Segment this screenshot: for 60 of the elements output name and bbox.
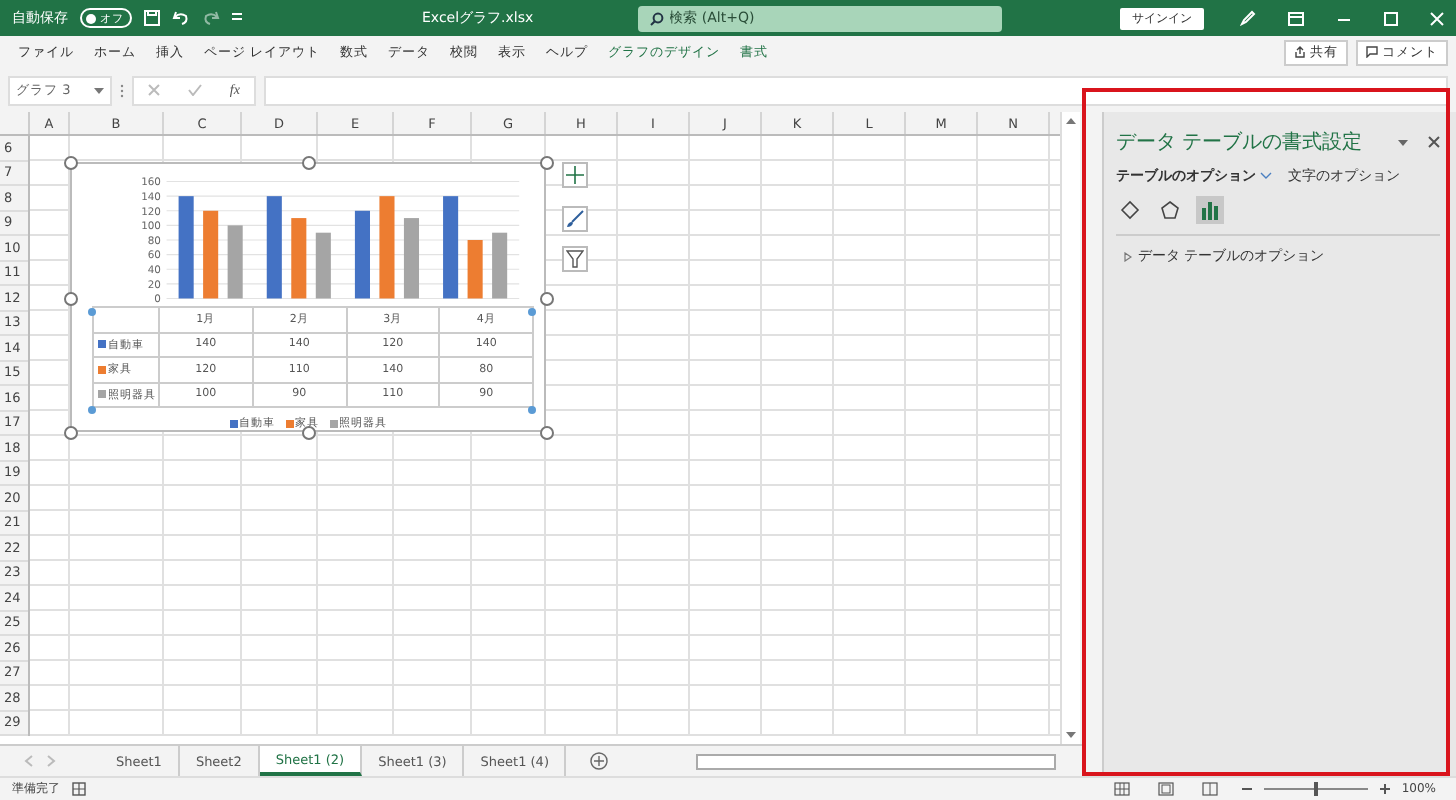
normal-view-icon[interactable] — [1113, 782, 1130, 796]
bar — [266, 196, 282, 299]
selection-handle[interactable] — [528, 308, 536, 316]
add-sheet-icon[interactable] — [590, 752, 609, 770]
filter-icon — [566, 250, 584, 268]
maximize-icon[interactable] — [1384, 11, 1398, 25]
resize-handle[interactable] — [540, 292, 554, 306]
pane-options-icon[interactable] — [1398, 139, 1408, 145]
resize-handle[interactable] — [302, 426, 316, 440]
resize-handle[interactable] — [64, 426, 78, 440]
bar — [291, 218, 307, 299]
page-layout-view-icon[interactable] — [1157, 782, 1174, 796]
bar — [315, 232, 331, 299]
zoom-in-icon[interactable] — [1379, 784, 1390, 794]
resize-handle[interactable] — [540, 156, 554, 170]
bar — [203, 210, 219, 299]
separator-icon — [120, 83, 124, 97]
zoom-out-icon[interactable] — [1241, 784, 1252, 794]
chart-styles-button[interactable] — [562, 206, 588, 232]
pentagon-icon — [1160, 200, 1180, 220]
bar — [178, 196, 194, 299]
bar — [227, 225, 243, 299]
share-icon — [1294, 46, 1306, 58]
resize-handle[interactable] — [64, 292, 78, 306]
resize-handle[interactable] — [540, 426, 554, 440]
bar — [379, 196, 395, 299]
pane-category-button[interactable] — [1196, 196, 1224, 224]
customize-icon[interactable] — [232, 12, 242, 24]
pane-title: データ テーブルの書式設定 — [1116, 129, 1363, 156]
pane-category-button[interactable] — [1116, 196, 1144, 224]
page-break-view-icon[interactable] — [1201, 782, 1218, 796]
pen-icon[interactable] — [1240, 10, 1256, 26]
brush-icon — [566, 210, 584, 228]
chart-elements-button[interactable] — [562, 162, 588, 188]
bar — [354, 210, 370, 299]
resize-handle[interactable] — [64, 156, 78, 170]
caret-icon — [94, 87, 104, 93]
chevron-icon — [1260, 172, 1272, 180]
undo-icon[interactable] — [172, 10, 190, 26]
bar-chart-icon — [1200, 200, 1220, 220]
bar — [443, 196, 459, 299]
redo-icon[interactable] — [202, 10, 220, 26]
plus-icon — [566, 166, 584, 184]
bar — [467, 240, 483, 299]
selection-handle[interactable] — [88, 308, 96, 316]
ribbon-display-icon[interactable] — [1288, 11, 1304, 25]
selection-handle[interactable] — [528, 406, 536, 414]
close-icon[interactable] — [1428, 136, 1440, 148]
chart-filters-button[interactable] — [562, 246, 588, 272]
formula-field[interactable] — [264, 75, 1448, 105]
expand-icon — [1124, 251, 1132, 261]
macro-icon[interactable] — [72, 782, 86, 796]
selection-handle[interactable] — [88, 406, 96, 414]
pane-category-button[interactable] — [1156, 196, 1184, 224]
bar — [492, 232, 508, 299]
comment-icon — [1366, 46, 1378, 58]
save-icon[interactable] — [144, 10, 160, 26]
horizontal-scrollbar[interactable] — [696, 753, 1057, 769]
bar — [403, 218, 419, 299]
resize-handle[interactable] — [302, 156, 316, 170]
